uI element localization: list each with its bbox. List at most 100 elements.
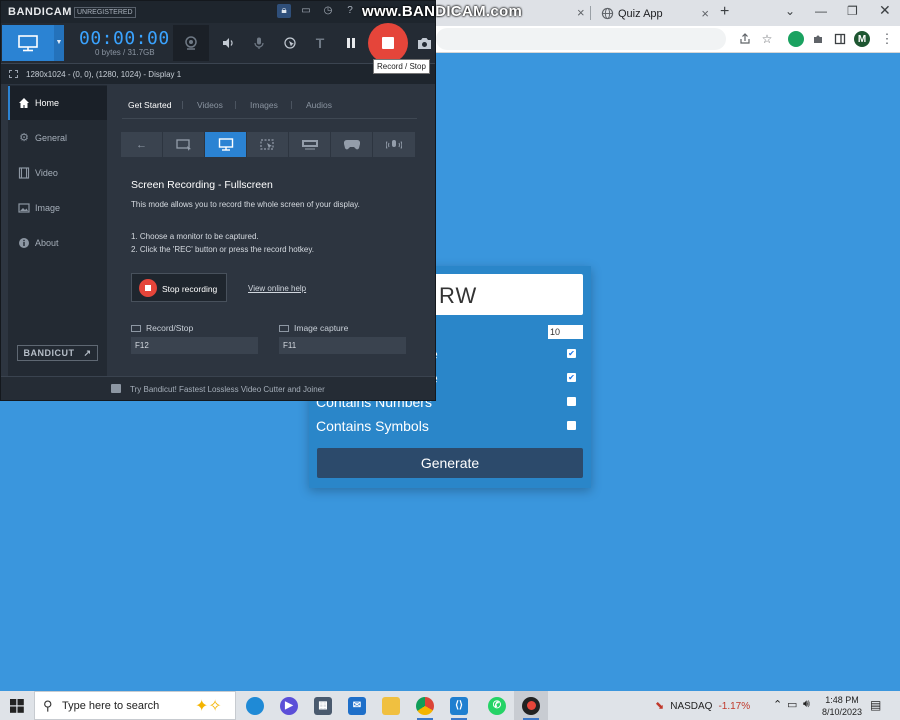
bandicam-window: BANDICAM UNREGISTERED 🔒︎ ▭ ◷ ? ▼ 00:00:0… [0, 0, 436, 401]
mail-app-icon[interactable]: ✉ [340, 691, 374, 720]
sidebar-item-label: About [35, 238, 59, 248]
tab-quiz-app[interactable]: Quiz App × [593, 2, 713, 26]
sidebar-item-general[interactable]: ⚙ General [8, 121, 107, 155]
tab-get-started[interactable]: Get Started [128, 100, 171, 110]
tray-overflow-chevron-icon[interactable]: ⌃ [773, 698, 782, 711]
fullscreen-mode-icon[interactable] [205, 132, 247, 157]
option-checkbox-1[interactable] [567, 349, 576, 358]
clock-icon[interactable]: ◷ [321, 4, 335, 18]
record-hotkey-field[interactable]: F12 [131, 337, 258, 354]
mouse-cursor-effect-icon[interactable] [279, 32, 301, 54]
recording-timer: 00:00:00 [79, 28, 170, 49]
help-icon[interactable]: ? [343, 4, 357, 18]
stock-down-icon: ⬊ [655, 700, 665, 712]
profile-avatar[interactable]: M [854, 31, 870, 47]
capture-region-text: 1280x1024 - (0, 0), (1280, 1024) - Displ… [26, 70, 182, 79]
restore-icon[interactable]: ❐ [847, 4, 858, 18]
stock-ticker-widget[interactable]: ⬊ NASDAQ -1.17% [655, 699, 750, 712]
hotkey-label-text: Image capture [294, 323, 349, 333]
tab-title: Quiz App [618, 8, 663, 20]
bandicam-home-panel: Get Started Videos Images Audios ← Scree… [107, 85, 429, 376]
search-icon: ⚲ [43, 698, 53, 713]
folder-icon[interactable]: ▭ [299, 4, 313, 18]
screenshot-camera-icon[interactable] [413, 32, 435, 54]
file-explorer-app-icon[interactable] [374, 691, 408, 720]
screen-recording-mode-button[interactable] [2, 25, 54, 61]
store-app-icon[interactable]: ▦ [306, 691, 340, 720]
tab-images[interactable]: Images [250, 100, 278, 110]
region-select-icon[interactable] [9, 70, 18, 78]
sidebar-item-label: Image [35, 203, 61, 213]
start-button[interactable] [0, 691, 34, 720]
address-bar[interactable] [436, 28, 726, 50]
windows-logo-icon [10, 698, 24, 713]
stop-recording-button[interactable]: Stop recording [131, 273, 227, 302]
bandicam-app-icon[interactable] [514, 691, 548, 720]
bandicut-promo-bar[interactable]: Try Bandicut! Fastest Lossless Video Cut… [1, 376, 435, 400]
network-icon[interactable]: ▭ [787, 698, 797, 711]
bookmark-star-icon[interactable]: ☆ [759, 31, 775, 47]
media-player-app-icon[interactable]: ▶ [272, 691, 306, 720]
bandicam-sidebar: Home ⚙ General Video Image About BANDICU… [8, 85, 107, 376]
tab-videos[interactable]: Videos [197, 100, 223, 110]
monitor-icon [18, 35, 38, 52]
lock-icon[interactable]: 🔒︎ [277, 4, 291, 18]
new-tab-button[interactable]: + [720, 3, 729, 21]
back-arrow-icon[interactable]: ← [121, 132, 163, 157]
license-badge[interactable]: UNREGISTERED [74, 7, 136, 18]
side-panel-icon[interactable] [832, 31, 848, 47]
clock-date: 8/10/2023 [821, 707, 863, 717]
sidebar-item-about[interactable]: About [8, 226, 107, 260]
webcam-overlay-button[interactable] [173, 25, 209, 61]
stop-record-icon [139, 279, 157, 297]
option-checkbox-numbers[interactable] [567, 397, 576, 406]
image-icon [18, 202, 30, 214]
volume-icon[interactable]: 🔊︎ [803, 698, 810, 711]
tab-divider [122, 118, 417, 119]
text-overlay-icon[interactable]: T [309, 32, 331, 54]
globe-icon [601, 7, 614, 20]
option-checkbox-symbols[interactable] [567, 421, 576, 430]
length-input[interactable]: 10 [548, 325, 583, 339]
tab-audios[interactable]: Audios [306, 100, 332, 110]
extension-grammarly-icon[interactable] [788, 31, 804, 47]
minimize-icon[interactable]: — [815, 4, 827, 18]
extensions-puzzle-icon[interactable] [810, 31, 826, 47]
chrome-app-icon[interactable] [408, 691, 442, 720]
taskbar-search-box[interactable]: ⚲ Type here to search ✦✧ [34, 691, 236, 720]
around-mouse-mode-icon[interactable] [247, 132, 289, 157]
file-size-readout: 0 bytes / 31.7GB [95, 48, 155, 57]
sidebar-item-video[interactable]: Video [8, 156, 107, 190]
edge-app-icon[interactable] [238, 691, 272, 720]
notification-icon[interactable]: ▤ [870, 698, 881, 712]
online-help-link[interactable]: View online help [248, 284, 306, 293]
menu-kebab-icon[interactable]: ⋮ [879, 31, 895, 47]
bandicut-button[interactable]: BANDICUT ↗ [17, 345, 98, 361]
option-checkbox-2[interactable] [567, 373, 576, 382]
mode-dropdown-arrow-icon[interactable]: ▼ [54, 25, 64, 61]
instruction-step-2: 2. Click the 'REC' button or press the r… [131, 245, 314, 254]
record-stop-button[interactable] [368, 23, 408, 63]
sidebar-item-home[interactable]: Home [8, 86, 107, 120]
game-controller-icon[interactable] [331, 132, 373, 157]
image-hotkey-field[interactable]: F11 [279, 337, 406, 354]
whatsapp-app-icon[interactable]: ✆ [480, 691, 514, 720]
microphone-muted-icon[interactable] [248, 32, 270, 54]
share-icon[interactable] [737, 31, 753, 47]
tab-close-icon[interactable]: × [701, 6, 709, 21]
windows-taskbar: ⚲ Type here to search ✦✧ ▶ ▦ ✉ ⟨⟩ ✆ ⬊ NAS… [0, 691, 900, 720]
device-recording-mode-icon[interactable] [289, 132, 331, 157]
sidebar-item-image[interactable]: Image [8, 191, 107, 225]
mode-description: This mode allows you to record the whole… [131, 200, 360, 209]
vscode-app-icon[interactable]: ⟨⟩ [442, 691, 476, 720]
option-row-symbols[interactable]: Contains Symbols [316, 416, 584, 436]
tab-search-chevron-icon[interactable]: ⌄ [785, 4, 795, 18]
taskbar-clock[interactable]: 1:48 PM 8/10/2023 [820, 694, 864, 718]
previous-tab-close-icon[interactable]: × [577, 5, 585, 20]
window-close-icon[interactable]: ✕ [879, 2, 891, 19]
generate-button[interactable]: Generate [317, 448, 583, 478]
pause-icon[interactable] [340, 32, 362, 54]
audio-only-mode-icon[interactable] [373, 132, 415, 157]
rectangle-mode-icon[interactable] [163, 132, 205, 157]
speaker-icon[interactable] [217, 32, 239, 54]
